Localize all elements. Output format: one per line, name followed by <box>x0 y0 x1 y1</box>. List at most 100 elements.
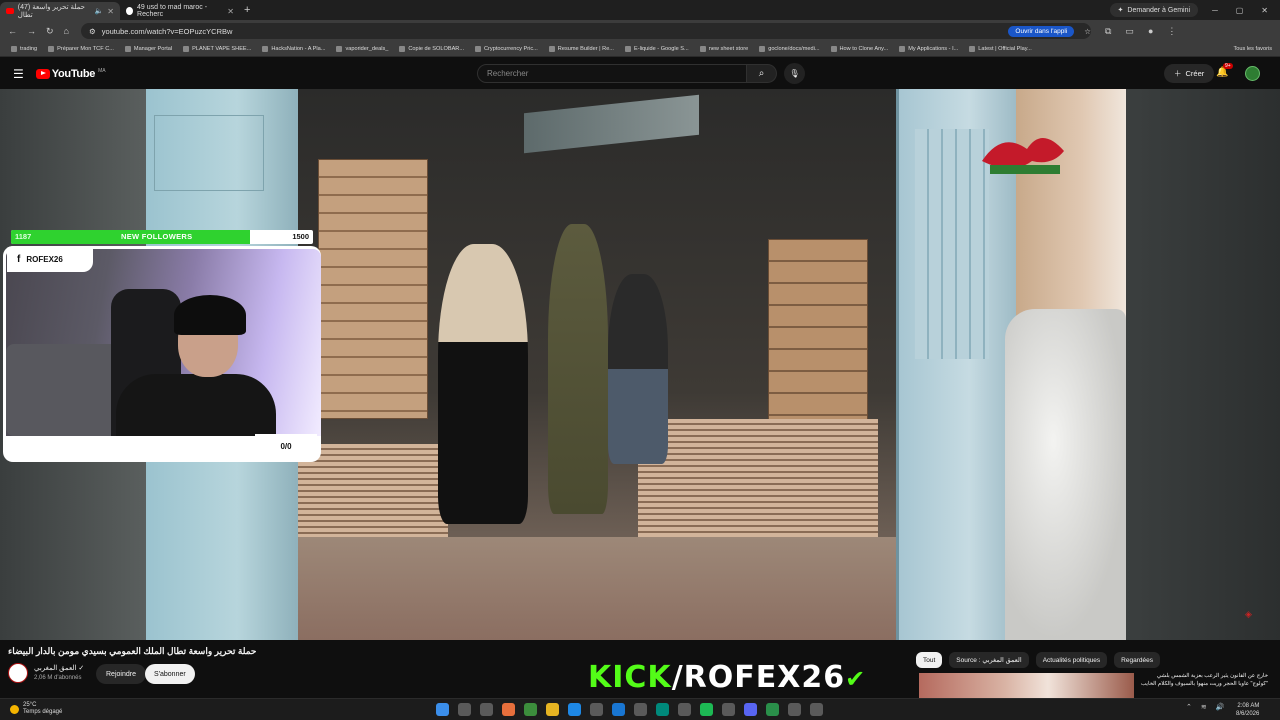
bookmark-favicon-icon <box>336 46 343 52</box>
menu-icon[interactable]: ⋮ <box>1167 26 1176 37</box>
bookmark-item[interactable]: vaporider_deals_ <box>336 46 388 52</box>
url-field[interactable]: ⚙ youtube.com/watch?v=EOPuzcYCRBw Ouvrir… <box>80 23 1091 39</box>
google-favicon-icon <box>126 7 134 15</box>
volume-icon[interactable]: 🔊 <box>1216 703 1225 711</box>
open-in-app-button[interactable]: Ouvrir dans l'appli <box>1008 25 1075 37</box>
recommendation-thumbnail[interactable] <box>919 673 1134 698</box>
chip-watched[interactable]: Regardées <box>1114 652 1160 668</box>
follower-goal-current: 1187 <box>15 232 32 241</box>
kick-handle: ROFEX26 <box>683 660 846 695</box>
bookmark-item[interactable]: Latest | Official Play... <box>969 46 1032 52</box>
chevron-up-icon[interactable]: ⌃ <box>1186 703 1192 711</box>
cam-counter: 0/0 <box>255 434 317 458</box>
search-input[interactable]: Rechercher <box>477 64 747 83</box>
site-info-icon[interactable]: ⚙ <box>89 27 96 36</box>
app-icon[interactable] <box>788 703 801 716</box>
tab-youtube[interactable]: (47) حملة تحرير واسعة تطال 🔈 ✕ <box>0 2 120 20</box>
edge-icon[interactable] <box>568 703 581 716</box>
star-icon[interactable]: ☆ <box>1084 27 1091 36</box>
recommendation-title[interactable]: خارج عن القانون يثير الرعب بعزبة الشمس ب… <box>1138 672 1268 688</box>
voice-search-button[interactable]: 🎙 <box>784 63 805 84</box>
mail-icon[interactable] <box>612 703 625 716</box>
task-view-icon[interactable] <box>480 703 493 716</box>
tab-google[interactable]: 49 usd to mad maroc - Recherc ✕ <box>120 2 240 20</box>
hamburger-menu-icon[interactable]: ☰ <box>13 67 24 81</box>
file-explorer-icon[interactable] <box>546 703 559 716</box>
extensions-icon[interactable]: ⧉ <box>1105 26 1111 37</box>
follower-goal-target: 1500 <box>292 232 309 241</box>
account-avatar[interactable] <box>1245 66 1260 81</box>
all-bookmarks[interactable]: Tous les favoris <box>1230 46 1272 52</box>
gemini-button[interactable]: ✦ Demander à Gemini <box>1109 3 1199 17</box>
search-taskbar-icon[interactable] <box>458 703 471 716</box>
bookmark-item[interactable]: My Applications - I... <box>899 46 958 52</box>
bookmark-item[interactable]: goclone/docs/medi... <box>759 46 820 52</box>
kick-text: KICK <box>588 660 672 695</box>
new-tab-button[interactable]: + <box>244 4 250 16</box>
bookmark-label: E-liquide - Google S... <box>633 46 689 52</box>
bookmarks-bar: trading Préparer Mon TCF C... Manager Port… <box>0 42 1280 57</box>
back-icon[interactable]: ← <box>8 26 17 37</box>
follower-goal-bar: 1187 NEW FOLLOWERS 1500 <box>11 230 313 244</box>
bookmark-item[interactable]: Préparer Mon TCF C... <box>48 46 114 52</box>
tab-label: 49 usd to mad maroc - Recherc <box>137 4 208 18</box>
close-tab-icon[interactable]: ✕ <box>107 7 114 16</box>
home-icon[interactable]: ⌂ <box>64 26 69 37</box>
bookmark-item[interactable]: Copie de SOLOBAR... <box>399 46 464 52</box>
create-button[interactable]: ＋ Créer <box>1164 64 1215 83</box>
bookmark-item[interactable]: new sheet store <box>699 46 748 52</box>
reload-icon[interactable]: ↻ <box>46 26 54 37</box>
spotify-icon[interactable] <box>700 703 713 716</box>
subscribe-button[interactable]: S'abonner <box>145 664 195 684</box>
search-button[interactable]: ⌕ <box>747 64 777 83</box>
minimize-icon[interactable]: ─ <box>1212 6 1218 15</box>
chip-all[interactable]: Tout <box>916 652 943 668</box>
chrome-profile-icon[interactable] <box>766 703 779 716</box>
store-icon[interactable] <box>590 703 603 716</box>
bookmark-item[interactable]: trading <box>11 46 37 52</box>
cast-icon[interactable]: ▭ <box>1125 26 1134 37</box>
clock[interactable]: 2:08 AM 8/6/2026 <box>1236 702 1259 718</box>
chip-source[interactable]: Source : العمق المغربي <box>949 652 1029 668</box>
bookmark-item[interactable]: E-liquide - Google S... <box>624 46 689 52</box>
close-window-icon[interactable]: ✕ <box>1261 6 1268 15</box>
notifications-button[interactable]: 🔔 9+ <box>1216 63 1233 78</box>
weather-widget[interactable]: 25°C Temps dégagé <box>10 702 62 716</box>
bookmark-item[interactable]: HacksNation - A Pla... <box>262 46 325 52</box>
maximize-icon[interactable]: ▢ <box>1236 6 1244 15</box>
channel-avatar[interactable] <box>8 663 28 683</box>
app-icon[interactable] <box>634 703 647 716</box>
bookmark-label: Préparer Mon TCF C... <box>57 46 114 52</box>
channel-name[interactable]: العمق المغربي ✓ <box>34 664 84 672</box>
bookmark-item[interactable]: Resume Builder | Re... <box>548 46 614 52</box>
video-player[interactable]: ◈ 1187 NEW FOLLOWERS 1500 f ROFEX26 0/0 <box>0 89 1280 640</box>
scene-interior <box>298 89 896 640</box>
bookmark-label: trading <box>20 46 38 52</box>
bookmark-favicon-icon <box>548 46 555 52</box>
window-controls: ─ ▢ ✕ <box>1212 6 1268 15</box>
mute-icon[interactable]: 🔈 <box>95 7 104 15</box>
bookmark-item[interactable]: Cryptocurrency Pric... <box>475 46 538 52</box>
app-icon[interactable] <box>656 703 669 716</box>
chrome-icon[interactable] <box>524 703 537 716</box>
widgets-icon[interactable] <box>502 703 515 716</box>
start-icon[interactable] <box>436 703 449 716</box>
youtube-logo[interactable]: YouTube MA <box>35 68 106 80</box>
bookmark-label: PLANET VAPE SHEE... <box>192 46 252 52</box>
forward-icon[interactable]: → <box>27 26 36 37</box>
chip-politics[interactable]: Actualités politiques <box>1035 652 1108 668</box>
profile-icon[interactable]: ● <box>1148 26 1153 37</box>
bookmark-label: Cryptocurrency Pric... <box>484 46 538 52</box>
bookmark-item[interactable]: Manager Portal <box>124 46 172 52</box>
app-icon[interactable] <box>678 703 691 716</box>
app-icon[interactable] <box>722 703 735 716</box>
terminal-icon[interactable] <box>810 703 823 716</box>
bookmark-item[interactable]: PLANET VAPE SHEE... <box>183 46 251 52</box>
join-button[interactable]: Rejoindre <box>96 664 146 684</box>
cam-person-cap <box>174 295 246 335</box>
discord-icon[interactable] <box>744 703 757 716</box>
close-tab-icon[interactable]: ✕ <box>227 7 234 16</box>
bookmark-item[interactable]: How to Clone Any... <box>830 46 888 52</box>
wifi-icon[interactable]: ≋ <box>1201 703 1207 711</box>
channel-watermark-logo <box>982 137 1064 174</box>
